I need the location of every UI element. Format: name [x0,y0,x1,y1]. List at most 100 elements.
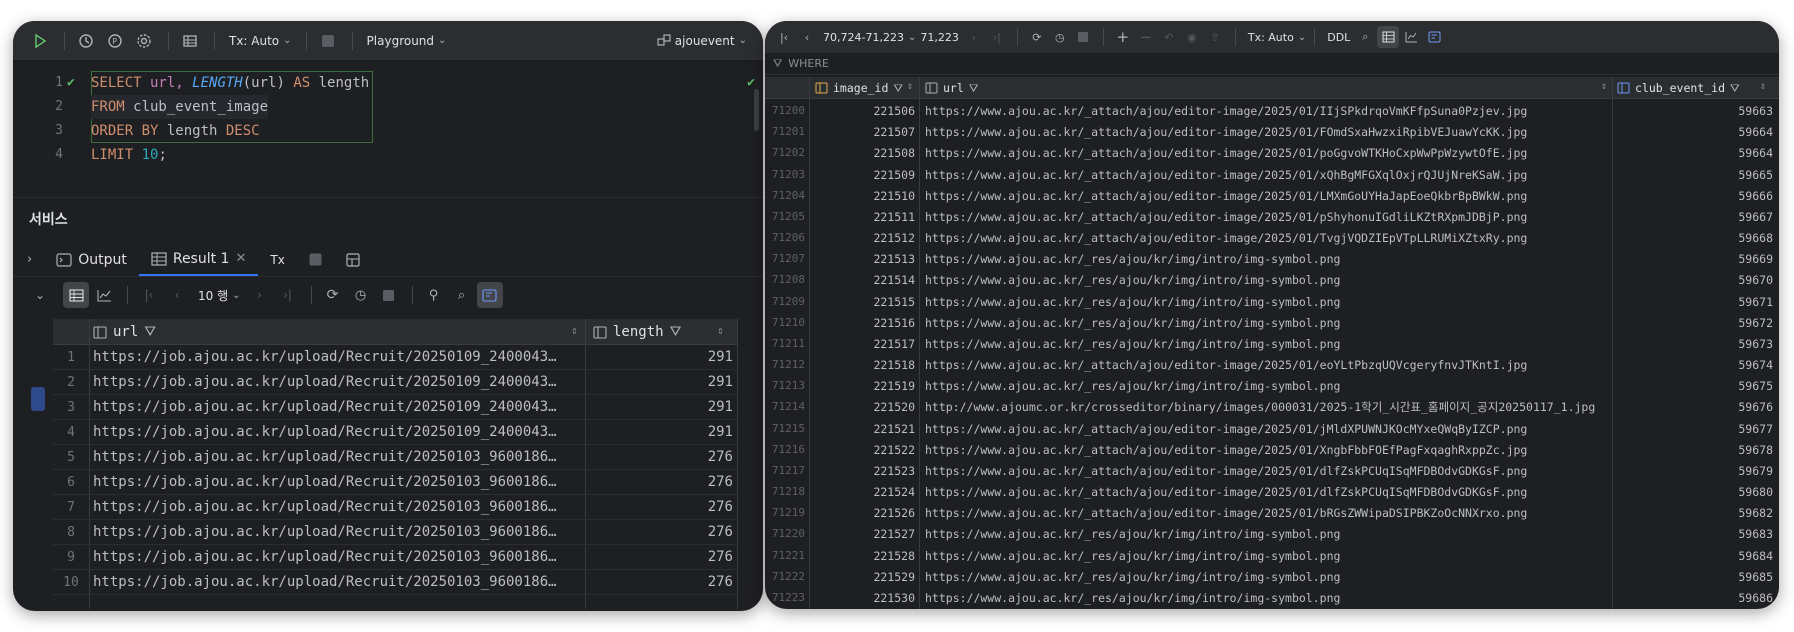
club-event-id-cell[interactable]: 59682 [1665,503,1773,523]
result-grid[interactable]: url ⛛ ⇕ length ⛛ ⇕ 1 https://job.ajou.ac.… [53,319,738,609]
row-range-label[interactable]: 70,724-71,223 [819,31,908,44]
history-icon[interactable] [73,28,99,54]
url-cell[interactable]: http://www.ajoumc.or.kr/crosseditor/bina… [925,397,1665,417]
table-data-grid[interactable]: image_id ⛛ ⇕ url ⛛ ⇕ club_event_id ⛛ ⇕ 7… [765,77,1779,609]
url-cell[interactable]: https://job.ajou.ac.kr/upload/Recruit/20… [93,570,583,595]
expand-tree-button[interactable]: › [13,243,44,276]
table-row[interactable]: 71223 221530 https://www.ajou.ac.kr/_res/a… [765,588,1779,608]
image-id-cell[interactable]: 221524 [805,482,915,502]
table-row[interactable]: 71204 221510 https://www.ajou.ac.kr/_attac… [765,186,1779,206]
first-page-button[interactable]: |‹ [136,282,162,308]
prev-page-button[interactable]: ‹ [164,282,190,308]
sort-icon[interactable]: ⇕ [1601,81,1607,92]
club-event-id-cell[interactable]: 59675 [1665,376,1773,396]
table-row[interactable]: 71210 221516 https://www.ajou.ac.kr/_res/a… [765,313,1779,333]
last-page-icon[interactable]: ›| [986,26,1008,48]
length-cell[interactable]: 291 [593,345,733,370]
close-icon[interactable]: ✕ [235,251,246,266]
page-size-dropdown[interactable]: 10 행 ⌄ [192,287,247,304]
table-row[interactable]: 71215 221521 https://www.ajou.ac.kr/_attac… [765,419,1779,439]
table-icon[interactable] [177,28,203,54]
club-event-id-cell[interactable]: 59679 [1665,461,1773,481]
club-event-id-cell[interactable]: 59673 [1665,334,1773,354]
club-event-id-cell[interactable]: 59663 [1665,101,1773,121]
stop-button[interactable] [297,243,334,276]
run-icon[interactable] [27,28,53,54]
ddl-button[interactable]: DDL [1323,31,1354,44]
url-cell[interactable]: https://www.ajou.ac.kr/_res/ajou/kr/img/… [925,376,1665,396]
sort-icon[interactable]: ⇕ [1760,81,1766,92]
pin-button[interactable]: ⚲ [421,282,447,308]
club-event-id-cell[interactable]: 59671 [1665,292,1773,312]
table-row[interactable]: 71222 221529 https://www.ajou.ac.kr/_res/a… [765,567,1779,587]
column-header-length[interactable]: length ⛛ [593,319,681,345]
next-page-icon[interactable]: › [963,26,985,48]
club-event-id-cell[interactable]: 59666 [1665,186,1773,206]
image-id-cell[interactable]: 221517 [805,334,915,354]
image-id-cell[interactable]: 221509 [805,165,915,185]
club-event-id-cell[interactable]: 59676 [1665,397,1773,417]
table-row[interactable]: 71213 221519 https://www.ajou.ac.kr/_res/a… [765,376,1779,396]
url-cell[interactable]: https://www.ajou.ac.kr/_res/ajou/kr/img/… [925,292,1665,312]
history-button[interactable]: ◷ [348,282,374,308]
club-event-id-cell[interactable]: 59670 [1665,270,1773,290]
url-cell[interactable]: https://job.ajou.ac.kr/upload/Recruit/20… [93,520,583,545]
filter-icon[interactable]: ⛛ [670,324,682,340]
club-event-id-cell[interactable]: 59678 [1665,440,1773,460]
url-cell[interactable]: https://www.ajou.ac.kr/_attach/ajou/edit… [925,461,1665,481]
viewer-icon[interactable] [1423,26,1445,48]
viewer-toggle-button[interactable] [476,282,503,308]
add-row-icon[interactable]: + [1112,26,1134,48]
next-page-button[interactable]: › [247,282,273,308]
url-cell[interactable]: https://www.ajou.ac.kr/_attach/ajou/edit… [925,122,1665,142]
image-id-cell[interactable]: 221529 [805,567,915,587]
last-page-button[interactable]: ›| [275,282,301,308]
image-id-cell[interactable]: 221522 [805,440,915,460]
explain-plan-icon[interactable]: P [102,28,128,54]
filter-icon[interactable]: ⛛ [144,324,156,340]
url-cell[interactable]: https://www.ajou.ac.kr/_attach/ajou/edit… [925,228,1665,248]
length-cell[interactable]: 276 [593,520,733,545]
url-cell[interactable]: https://www.ajou.ac.kr/_attach/ajou/edit… [925,482,1665,502]
refresh-icon[interactable]: ⟳ [1026,26,1048,48]
image-id-cell[interactable]: 221518 [805,355,915,375]
delete-row-icon[interactable]: − [1135,26,1157,48]
image-id-cell[interactable]: 221527 [805,524,915,544]
url-cell[interactable]: https://job.ajou.ac.kr/upload/Recruit/20… [93,370,583,395]
club-event-id-cell[interactable]: 59674 [1665,355,1773,375]
tab-tx[interactable]: Tx [258,243,296,276]
table-row[interactable]: 4 https://job.ajou.ac.kr/upload/Recruit/2… [53,420,738,445]
club-event-id-cell[interactable]: 59664 [1665,122,1773,142]
length-cell[interactable]: 276 [593,570,733,595]
club-event-id-cell[interactable]: 59669 [1665,249,1773,269]
image-id-cell[interactable]: 221506 [805,101,915,121]
club-event-id-cell[interactable]: 59680 [1665,482,1773,502]
datasource-dropdown[interactable]: ajouevent ⌄ [651,34,753,48]
image-id-cell[interactable]: 221520 [805,397,915,417]
club-event-id-cell[interactable]: 59683 [1665,524,1773,544]
stop-icon[interactable] [1072,26,1094,48]
url-cell[interactable]: https://www.ajou.ac.kr/_res/ajou/kr/img/… [925,546,1665,566]
club-event-id-cell[interactable]: 59667 [1665,207,1773,227]
length-cell[interactable]: 276 [593,545,733,570]
image-id-cell[interactable]: 221516 [805,313,915,333]
table-row[interactable]: 71214 221520 http://www.ajoumc.or.kr/cross… [765,397,1779,417]
tab-result-1[interactable]: Result 1 ✕ [138,243,259,276]
clock-icon[interactable]: ◷ [1049,26,1071,48]
image-id-cell[interactable]: 221507 [805,122,915,142]
url-cell[interactable]: https://www.ajou.ac.kr/_attach/ajou/edit… [925,186,1665,206]
table-row[interactable]: 71205 221511 https://www.ajou.ac.kr/_attac… [765,207,1779,227]
sort-icon[interactable]: ⇕ [717,324,724,337]
url-cell[interactable]: https://www.ajou.ac.kr/_res/ajou/kr/img/… [925,249,1665,269]
length-cell[interactable]: 276 [593,495,733,520]
table-row[interactable]: 71208 221514 https://www.ajou.ac.kr/_res/a… [765,270,1779,290]
first-page-icon[interactable]: |‹ [773,26,795,48]
length-cell[interactable]: 291 [593,395,733,420]
sort-icon[interactable]: ⇕ [907,81,913,92]
length-cell[interactable]: 276 [593,470,733,495]
collapse-button[interactable]: ⌄ [27,282,53,308]
preview-icon[interactable]: ◉ [1181,26,1203,48]
club-event-id-cell[interactable]: 59684 [1665,546,1773,566]
url-cell[interactable]: https://job.ajou.ac.kr/upload/Recruit/20… [93,395,583,420]
url-cell[interactable]: https://www.ajou.ac.kr/_attach/ajou/edit… [925,355,1665,375]
